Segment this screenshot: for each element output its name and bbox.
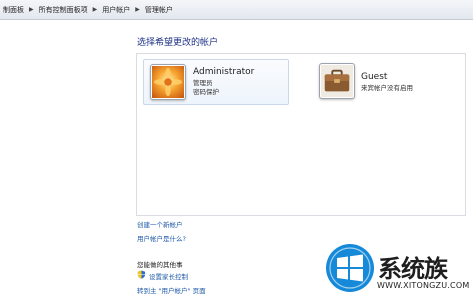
parental-controls-link[interactable]: 设置家长控制 (149, 271, 188, 281)
flower-picture-icon (150, 64, 186, 100)
create-account-link[interactable]: 创建一个新帐户 (137, 219, 183, 229)
account-type: 管理员 (193, 79, 213, 87)
accounts-panel: Administrator 管理员 密码保护 Guest 来宾帐户没有启用 (136, 53, 466, 216)
what-is-account-link[interactable]: 用户帐户是什么? (137, 233, 186, 243)
account-password-status: 密码保护 (193, 88, 219, 96)
watermark-url: WWW.XITONGZU.COM (377, 281, 470, 290)
breadcrumb-manage-accounts[interactable]: 管理帐户 (143, 5, 175, 15)
breadcrumb-control-panel[interactable]: 制面板 (0, 5, 26, 15)
shield-icon (137, 270, 146, 279)
other-tasks-title: 您能做的其他事 (137, 261, 183, 269)
page-title: 选择希望更改的帐户 (137, 38, 219, 48)
goto-user-accounts-link[interactable]: 转到主 "用户帐户" 页面 (137, 285, 206, 295)
breadcrumb-separator-icon[interactable]: ▶ (26, 6, 37, 13)
account-name: Administrator (193, 67, 255, 77)
breadcrumb-separator-icon[interactable]: ▶ (132, 6, 143, 13)
watermark-title: 系统族 (378, 255, 448, 283)
account-name: Guest (361, 72, 388, 82)
account-status: 来宾帐户没有启用 (361, 84, 413, 92)
briefcase-picture-icon (319, 63, 355, 99)
account-tile-administrator[interactable]: Administrator 管理员 密码保护 (143, 59, 289, 105)
breadcrumb-separator-icon[interactable]: ▶ (90, 6, 101, 13)
address-bar[interactable]: 制面板 ▶ 所有控制面板项 ▶ 用户帐户 ▶ 管理帐户 (0, 0, 473, 20)
breadcrumb-user-accounts[interactable]: 用户帐户 (100, 5, 132, 15)
breadcrumb-all-items[interactable]: 所有控制面板项 (37, 5, 90, 15)
watermark: 系统族 WWW.XITONGZU.COM (325, 243, 471, 299)
account-tile-guest[interactable]: Guest 来宾帐户没有启用 (314, 59, 458, 103)
windows-logo-icon (326, 244, 374, 292)
